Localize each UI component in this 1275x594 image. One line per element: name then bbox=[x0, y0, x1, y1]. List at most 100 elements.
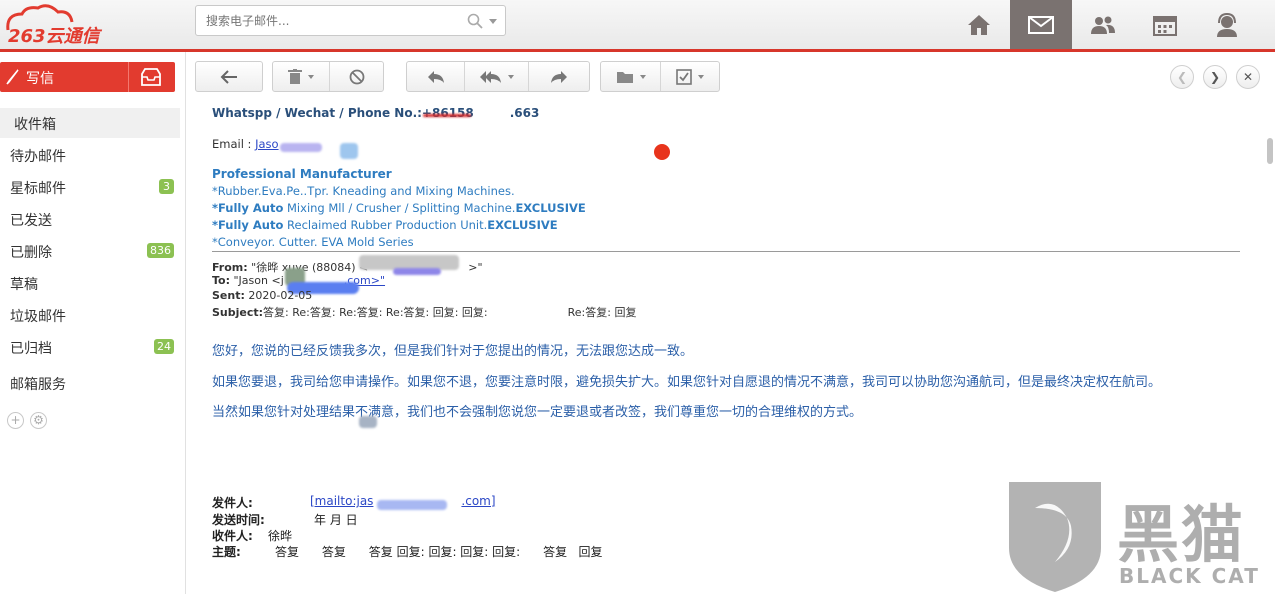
sent-value: 2020-02-05 bbox=[248, 289, 313, 302]
sidebar-item-inbox[interactable]: 收件箱 bbox=[0, 108, 180, 138]
wrench-icon[interactable]: ⚙ bbox=[30, 412, 47, 429]
chevron-right-icon: ❯ bbox=[1209, 70, 1221, 84]
phone-line: Whatspp / Wechat / Phone No.:+86158 .663 bbox=[212, 106, 539, 120]
email-link[interactable]: Jaso bbox=[255, 137, 278, 151]
body-paragraph: 如果您要退，我司给您申请操作。如果您不退，您要注意时限，避免损失扩大。如果您针对… bbox=[212, 375, 1162, 390]
subject-label: Subject: bbox=[212, 306, 264, 319]
quote-to-value: 徐晔 bbox=[268, 529, 293, 543]
sidebar-item-starred[interactable]: 星标邮件 3 bbox=[0, 172, 180, 202]
search-box[interactable] bbox=[195, 5, 506, 36]
email-line: Email : Jaso bbox=[212, 137, 279, 151]
quote-divider bbox=[212, 251, 1240, 252]
redaction-mark bbox=[377, 500, 447, 510]
receive-mail-icon[interactable] bbox=[140, 68, 162, 86]
folder-label: 待办邮件 bbox=[10, 149, 66, 165]
reply-group bbox=[406, 61, 590, 92]
close-icon: ✕ bbox=[1242, 70, 1254, 84]
forward-icon bbox=[551, 70, 567, 83]
reply-icon bbox=[427, 70, 444, 83]
quote-subject: Subject:答复: Re:答复: Re:答复: Re:答复: 回复: 回复:… bbox=[212, 304, 636, 320]
nav-contacts[interactable] bbox=[1072, 0, 1134, 49]
chevron-left-icon: ❮ bbox=[1176, 70, 1188, 84]
red-dot bbox=[654, 144, 670, 160]
block-icon bbox=[349, 69, 365, 84]
organize-group bbox=[600, 61, 720, 92]
folder-label: 垃圾邮件 bbox=[10, 309, 66, 325]
logo[interactable]: 263云通信 bbox=[4, 4, 154, 47]
contacts-icon bbox=[1091, 16, 1115, 34]
from-value: "徐晔 xuye (88084) < bbox=[251, 261, 369, 274]
forward-button[interactable] bbox=[529, 62, 589, 91]
next-mail-button[interactable]: ❯ bbox=[1203, 65, 1227, 89]
delete-icon bbox=[288, 68, 303, 84]
folder-tools: + ⚙ bbox=[7, 412, 47, 429]
signature-text: Mixing Mll / Crusher / Splitting Machine… bbox=[283, 201, 516, 215]
sidebar-item-mail-services[interactable]: 邮箱服务 bbox=[0, 368, 180, 398]
pen-icon bbox=[6, 69, 19, 85]
sidebar-item-spam[interactable]: 垃圾邮件 bbox=[0, 300, 180, 330]
sidebar-item-archived[interactable]: 已归档 24 bbox=[0, 332, 180, 362]
nav-home[interactable] bbox=[948, 0, 1010, 49]
search-icon[interactable] bbox=[467, 13, 483, 29]
signature-text: Reclaimed Rubber Production Unit. bbox=[283, 218, 488, 232]
compose-label: 写信 bbox=[26, 71, 54, 87]
search-input[interactable] bbox=[206, 12, 456, 30]
compose-button[interactable]: 写信 bbox=[0, 62, 175, 92]
quote-to-label: 收件人: bbox=[212, 529, 253, 543]
count-badge: 3 bbox=[159, 179, 174, 194]
close-mail-button[interactable]: ✕ bbox=[1236, 65, 1260, 89]
signature-line: *Rubber.Eva.Pe..Tpr. Kneading and Mixing… bbox=[212, 184, 515, 198]
sidebar-item-drafts[interactable]: 草稿 bbox=[0, 268, 180, 298]
black-cat-logo bbox=[1009, 482, 1101, 592]
redaction-mark bbox=[340, 143, 358, 159]
quote-time-label: 发送时间: bbox=[212, 513, 265, 527]
search-dropdown-icon[interactable] bbox=[489, 19, 497, 24]
nav-calendar[interactable] bbox=[1134, 0, 1196, 49]
count-badge: 836 bbox=[147, 243, 174, 258]
reply-button[interactable] bbox=[407, 62, 465, 91]
quote-sender-link[interactable]: [mailto:jas bbox=[310, 494, 373, 508]
nav-mail[interactable] bbox=[1010, 0, 1072, 49]
signature-bold: *Fully Auto bbox=[212, 201, 284, 215]
scrollbar-thumb[interactable] bbox=[1267, 138, 1273, 164]
block-button[interactable] bbox=[330, 62, 383, 91]
from-tail: >" bbox=[468, 261, 483, 274]
folder-label: 邮箱服务 bbox=[10, 377, 66, 393]
add-folder-icon[interactable]: + bbox=[7, 412, 24, 429]
sidebar-item-sent[interactable]: 已发送 bbox=[0, 204, 180, 234]
folder-label: 已发送 bbox=[10, 213, 52, 229]
quote-subject-label: 主题: bbox=[212, 545, 241, 559]
redaction-mark bbox=[280, 143, 322, 152]
quote-sent: Sent: 2020-02-05 bbox=[212, 289, 312, 302]
phone-tail: .663 bbox=[509, 106, 540, 120]
quote-sender-tail[interactable]: .com] bbox=[461, 494, 495, 508]
prev-mail-button[interactable]: ❮ bbox=[1170, 65, 1194, 89]
to-label: To: bbox=[212, 274, 230, 287]
move-button[interactable] bbox=[601, 62, 661, 91]
logo-text: 263云通信 bbox=[8, 26, 103, 46]
watermark-en: BLACK CAT bbox=[1119, 564, 1260, 588]
mail-icon bbox=[1028, 15, 1054, 34]
back-button[interactable] bbox=[196, 62, 262, 91]
sidebar-item-todo[interactable]: 待办邮件 bbox=[0, 140, 180, 170]
signature-title: Professional Manufacturer bbox=[212, 167, 392, 181]
home-icon bbox=[968, 14, 990, 35]
quote-time: 年 月 日 bbox=[314, 513, 358, 527]
sidebar: 写信 收件箱 待办邮件 星标邮件 3 已发送 已删除 836 草稿 垃圾邮件 已… bbox=[0, 52, 186, 594]
email-label: Email : bbox=[212, 137, 256, 151]
delete-button[interactable] bbox=[273, 62, 331, 91]
from-label: From: bbox=[212, 261, 248, 274]
folder-label: 已删除 bbox=[10, 245, 52, 261]
nav-support[interactable] bbox=[1196, 0, 1258, 49]
sidebar-item-deleted[interactable]: 已删除 836 bbox=[0, 236, 180, 266]
quote-subject-value: 答复 答复 答复 回复: 回复: 回复: 回复: 答复 回复 bbox=[275, 545, 603, 559]
chevron-down-icon bbox=[507, 74, 514, 79]
chevron-down-icon bbox=[698, 74, 704, 79]
reply-all-button[interactable] bbox=[465, 62, 529, 91]
redaction-mark bbox=[423, 114, 471, 117]
support-icon bbox=[1217, 12, 1237, 37]
mark-button[interactable] bbox=[661, 62, 719, 91]
folder-label: 收件箱 bbox=[14, 117, 56, 133]
calendar-icon bbox=[1153, 15, 1177, 36]
top-bar: 263云通信 bbox=[0, 0, 1275, 52]
